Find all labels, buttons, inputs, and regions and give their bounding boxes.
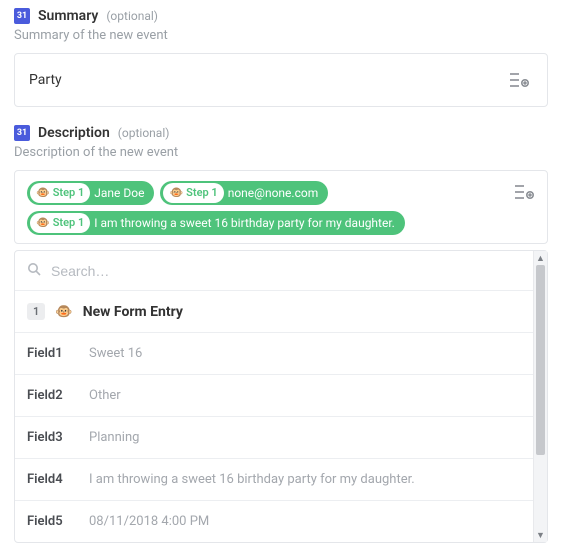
calendar-icon: 31 — [14, 125, 30, 141]
scroll-down-icon[interactable]: ▼ — [534, 528, 547, 542]
step-pill: 🐵Step 1 — [30, 183, 90, 203]
summary-optional: (optional) — [106, 9, 158, 23]
field-name: Field2 — [27, 388, 75, 403]
scroll-up-icon[interactable]: ▲ — [534, 251, 547, 265]
summary-header: 31 Summary (optional) — [14, 8, 548, 24]
form-icon: 🐵 — [36, 184, 50, 202]
description-optional: (optional) — [118, 126, 170, 140]
summary-section: 31 Summary (optional) Summary of the new… — [14, 8, 548, 107]
calendar-icon: 31 — [14, 8, 30, 24]
field-name: Field1 — [27, 346, 75, 361]
picker-source-header[interactable]: 1 🐵 New Form Entry — [15, 291, 533, 333]
field-value: Other — [89, 388, 121, 403]
summary-input[interactable]: Party — [14, 53, 548, 107]
form-icon: 🐵 — [55, 304, 72, 320]
field-row[interactable]: Field5 08/11/2018 4:00 PM — [15, 501, 533, 542]
picker-source-title: New Form Entry — [83, 304, 183, 320]
step-pill: 🐵Step 1 — [163, 183, 223, 203]
field-name: Field5 — [27, 514, 75, 529]
field-name: Field4 — [27, 472, 75, 487]
step-label: Step 1 — [186, 184, 218, 202]
description-help: Description of the new event — [14, 145, 548, 160]
step-badge: 1 — [27, 303, 45, 320]
field-value: Sweet 16 — [89, 346, 142, 361]
tag-text: Jane Doe — [94, 184, 144, 202]
picker-fields: Field1Sweet 16Field2OtherField3PlanningF… — [15, 333, 533, 542]
description-tags: 🐵Step 1Jane Doe🐵Step 1none@none.com🐵Step… — [27, 181, 507, 235]
field-name: Field3 — [27, 430, 75, 445]
field-row[interactable]: Field4 I am throwing a sweet 16 birthday … — [15, 459, 533, 501]
scroll-thumb[interactable] — [536, 265, 545, 455]
description-section: 31 Description (optional) Description of… — [14, 125, 548, 543]
scrollbar[interactable]: ▲ ▼ — [533, 251, 547, 542]
description-label: Description — [38, 125, 110, 141]
field-row[interactable]: Field2 Other — [15, 375, 533, 417]
description-header: 31 Description (optional) — [14, 125, 548, 141]
field-value: 08/11/2018 4:00 PM — [89, 514, 209, 529]
summary-value: Party — [29, 72, 62, 88]
step-label: Step 1 — [53, 214, 85, 232]
step-pill: 🐵Step 1 — [30, 213, 90, 233]
data-picker-panel: 1 🐵 New Form Entry Field1 Sweet 16 Field2 O… — [14, 250, 548, 543]
tag-text: none@none.com — [228, 184, 319, 202]
insert-data-icon[interactable] — [507, 69, 533, 91]
search-input[interactable] — [51, 263, 521, 279]
field-row[interactable]: Field1 Sweet 16 — [15, 333, 533, 375]
field-row[interactable]: Field3 Planning — [15, 417, 533, 459]
summary-help: Summary of the new event — [14, 28, 548, 43]
field-value: I am throwing a sweet 16 birthday party … — [89, 472, 415, 487]
step-tag[interactable]: 🐵Step 1 none@none.com — [160, 181, 328, 205]
step-label: Step 1 — [53, 184, 85, 202]
tag-text: I am throwing a sweet 16 birthday party … — [94, 214, 395, 232]
form-icon: 🐵 — [36, 214, 50, 232]
picker-search-row — [15, 251, 533, 291]
description-input[interactable]: 🐵Step 1Jane Doe🐵Step 1none@none.com🐵Step… — [14, 170, 548, 244]
field-value: Planning — [89, 430, 139, 445]
search-icon — [27, 261, 41, 280]
step-tag[interactable]: 🐵Step 1Jane Doe — [27, 181, 154, 205]
insert-data-icon[interactable] — [515, 181, 535, 203]
step-tag[interactable]: 🐵Step 1I am throwing a sweet 16 birthday… — [27, 211, 405, 235]
form-icon: 🐵 — [169, 184, 183, 202]
summary-label: Summary — [38, 8, 98, 24]
